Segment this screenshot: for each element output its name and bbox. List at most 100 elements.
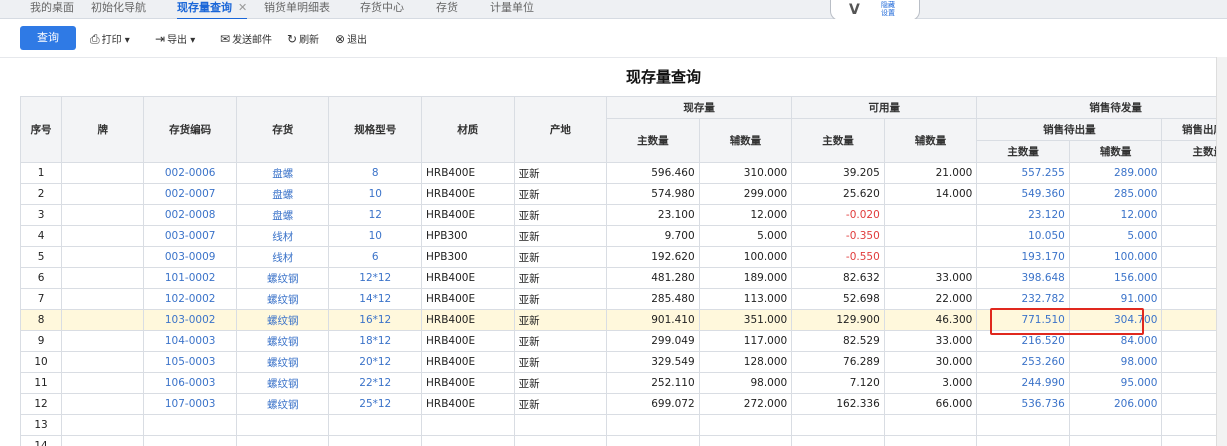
cell-code[interactable]: 002-0008: [143, 204, 237, 226]
export-button[interactable]: ⇥ 导出 ▾: [155, 31, 195, 47]
hide-settings-button[interactable]: V 隐藏设置: [830, 0, 920, 21]
tab-stock-query[interactable]: 现存量查询 ✕: [177, 0, 248, 20]
table-row[interactable]: 5 003-0009 线材 6 HPB300 亚新 192.620 100.000 -0.550…: [19, 246, 1227, 268]
table-row[interactable]: 8 103-0002 螺纹钢 16*12 HRB400E 亚新 901.410 351.000…: [19, 309, 1227, 331]
table-row[interactable]: 1 002-0006 盘螺 8 HRB400E 亚新 596.460 310.000 39.20…: [19, 162, 1227, 184]
cell-spec[interactable]: 22*12: [328, 372, 423, 394]
cell-item[interactable]: 盘螺: [235, 204, 330, 226]
table-row[interactable]: 9 104-0003 螺纹钢 18*12 HRB400E 亚新 299.049 117.000…: [19, 330, 1227, 352]
header-origin[interactable]: 产地: [513, 96, 608, 163]
cell-code[interactable]: 104-0003: [143, 330, 237, 352]
cell-spec[interactable]: 12*12: [328, 267, 423, 289]
cell-so-main[interactable]: 549.360: [976, 183, 1070, 205]
cell-spec[interactable]: 12: [328, 204, 423, 226]
cell-so-main[interactable]: [976, 414, 1070, 436]
cell-so-aux[interactable]: 95.000: [1068, 372, 1163, 394]
table-row[interactable]: 11 106-0003 螺纹钢 22*12 HRB400E 亚新 252.110 98.000…: [19, 372, 1227, 394]
tab-my-desktop[interactable]: 我的桌面: [30, 0, 74, 18]
cell-so-aux[interactable]: 84.000: [1068, 330, 1163, 352]
cell-so-aux[interactable]: [1068, 414, 1163, 436]
header-spec[interactable]: 规格型号: [328, 96, 423, 163]
cell-so-main[interactable]: 253.260: [976, 351, 1070, 373]
tab-inventory[interactable]: 存货: [436, 0, 458, 18]
cell-code[interactable]: 002-0007: [143, 183, 237, 205]
cell-so-aux[interactable]: 285.000: [1068, 183, 1163, 205]
cell-item[interactable]: 盘螺: [235, 183, 330, 205]
cell-so-aux[interactable]: 91.000: [1068, 288, 1163, 310]
cell-so-main[interactable]: 193.170: [976, 246, 1070, 268]
cell-item[interactable]: 线材: [235, 225, 330, 247]
cell-so-aux[interactable]: 289.000: [1068, 162, 1163, 184]
header-so-aux[interactable]: 辅数量: [1068, 140, 1163, 163]
cell-code[interactable]: 002-0006: [143, 162, 237, 184]
cell-spec[interactable]: 10: [328, 225, 423, 247]
cell-code[interactable]: 106-0003: [143, 372, 237, 394]
table-row[interactable]: 6 101-0002 螺纹钢 12*12 HRB400E 亚新 481.280 189.000…: [19, 267, 1227, 289]
cell-code[interactable]: 107-0003: [143, 393, 237, 415]
cell-so-main[interactable]: 23.120: [976, 204, 1070, 226]
cell-so-aux[interactable]: 5.000: [1068, 225, 1163, 247]
cell-so-main[interactable]: 10.050: [976, 225, 1070, 247]
header-material[interactable]: 材质: [421, 96, 515, 163]
cell-code[interactable]: 101-0002: [143, 267, 237, 289]
print-button[interactable]: ⎙ 打印 ▾: [90, 31, 130, 47]
cell-code[interactable]: 105-0003: [143, 351, 237, 373]
tab-stock-center[interactable]: 存货中心: [360, 0, 404, 18]
tab-unit[interactable]: 计量单位: [490, 0, 534, 18]
cell-item[interactable]: [235, 414, 330, 436]
exit-button[interactable]: ⊗ 退出: [335, 31, 367, 47]
cell-spec[interactable]: 20*12: [328, 351, 423, 373]
cell-spec[interactable]: 25*12: [328, 393, 423, 415]
table-row[interactable]: 4 003-0007 线材 10 HPB300 亚新 9.700 5.000 -0.350 10.…: [19, 225, 1227, 247]
cell-spec[interactable]: 16*12: [328, 309, 423, 331]
cell-so-aux[interactable]: 206.000: [1068, 393, 1163, 415]
cell-item[interactable]: 螺纹钢: [235, 267, 330, 289]
table-row[interactable]: 3 002-0008 盘螺 12 HRB400E 亚新 23.100 12.000 -0.020…: [19, 204, 1227, 226]
cell-item[interactable]: 螺纹钢: [235, 393, 330, 415]
table-row[interactable]: 14: [19, 435, 1227, 446]
send-email-button[interactable]: ✉ 发送邮件: [220, 31, 272, 47]
cell-so-aux[interactable]: 100.000: [1068, 246, 1163, 268]
cell-code[interactable]: 102-0002: [143, 288, 237, 310]
header-brand[interactable]: 牌: [61, 96, 145, 163]
cell-spec[interactable]: 6: [328, 246, 423, 268]
query-button[interactable]: 查询: [20, 26, 76, 50]
cell-code[interactable]: [143, 414, 237, 436]
table-row[interactable]: 13: [19, 414, 1227, 436]
table-row[interactable]: 12 107-0003 螺纹钢 25*12 HRB400E 亚新 699.072 272.00…: [19, 393, 1227, 415]
cell-so-main[interactable]: 557.255: [976, 162, 1070, 184]
cell-code[interactable]: 003-0007: [143, 225, 237, 247]
cell-so-main[interactable]: 536.736: [976, 393, 1070, 415]
cell-so-aux[interactable]: 156.000: [1068, 267, 1163, 289]
cell-so-aux[interactable]: 98.000: [1068, 351, 1163, 373]
cell-so-main[interactable]: [976, 435, 1070, 446]
cell-so-aux[interactable]: [1068, 435, 1163, 446]
header-onhand-aux[interactable]: 辅数量: [698, 118, 793, 163]
header-item[interactable]: 存货: [235, 96, 330, 163]
cell-code[interactable]: 103-0002: [143, 309, 237, 331]
cell-so-main[interactable]: 398.648: [976, 267, 1070, 289]
header-available-aux[interactable]: 辅数量: [883, 118, 978, 163]
cell-spec[interactable]: [328, 435, 423, 446]
cell-spec[interactable]: 14*12: [328, 288, 423, 310]
table-row[interactable]: 10 105-0003 螺纹钢 20*12 HRB400E 亚新 329.549 128.00…: [19, 351, 1227, 373]
tab-sales-detail[interactable]: 销货单明细表: [264, 0, 330, 18]
table-row[interactable]: 2 002-0007 盘螺 10 HRB400E 亚新 574.980 299.000 25.6…: [19, 183, 1227, 205]
cell-item[interactable]: 螺纹钢: [235, 330, 330, 352]
table-row[interactable]: 7 102-0002 螺纹钢 14*12 HRB400E 亚新 285.480 113.000…: [19, 288, 1227, 310]
header-available-main[interactable]: 主数量: [791, 118, 885, 163]
cell-so-aux[interactable]: 304.700: [1068, 309, 1163, 331]
cell-code[interactable]: [143, 435, 237, 446]
cell-item[interactable]: 螺纹钢: [235, 351, 330, 373]
close-icon[interactable]: ✕: [238, 1, 247, 14]
cell-spec[interactable]: 18*12: [328, 330, 423, 352]
cell-so-main[interactable]: 216.520: [976, 330, 1070, 352]
cell-item[interactable]: 线材: [235, 246, 330, 268]
cell-item[interactable]: 盘螺: [235, 162, 330, 184]
tab-init-nav[interactable]: 初始化导航: [91, 0, 146, 18]
cell-spec[interactable]: 10: [328, 183, 423, 205]
cell-item[interactable]: 螺纹钢: [235, 372, 330, 394]
refresh-button[interactable]: ↻ 刷新: [287, 31, 319, 47]
cell-spec[interactable]: [328, 414, 423, 436]
cell-spec[interactable]: 8: [328, 162, 423, 184]
